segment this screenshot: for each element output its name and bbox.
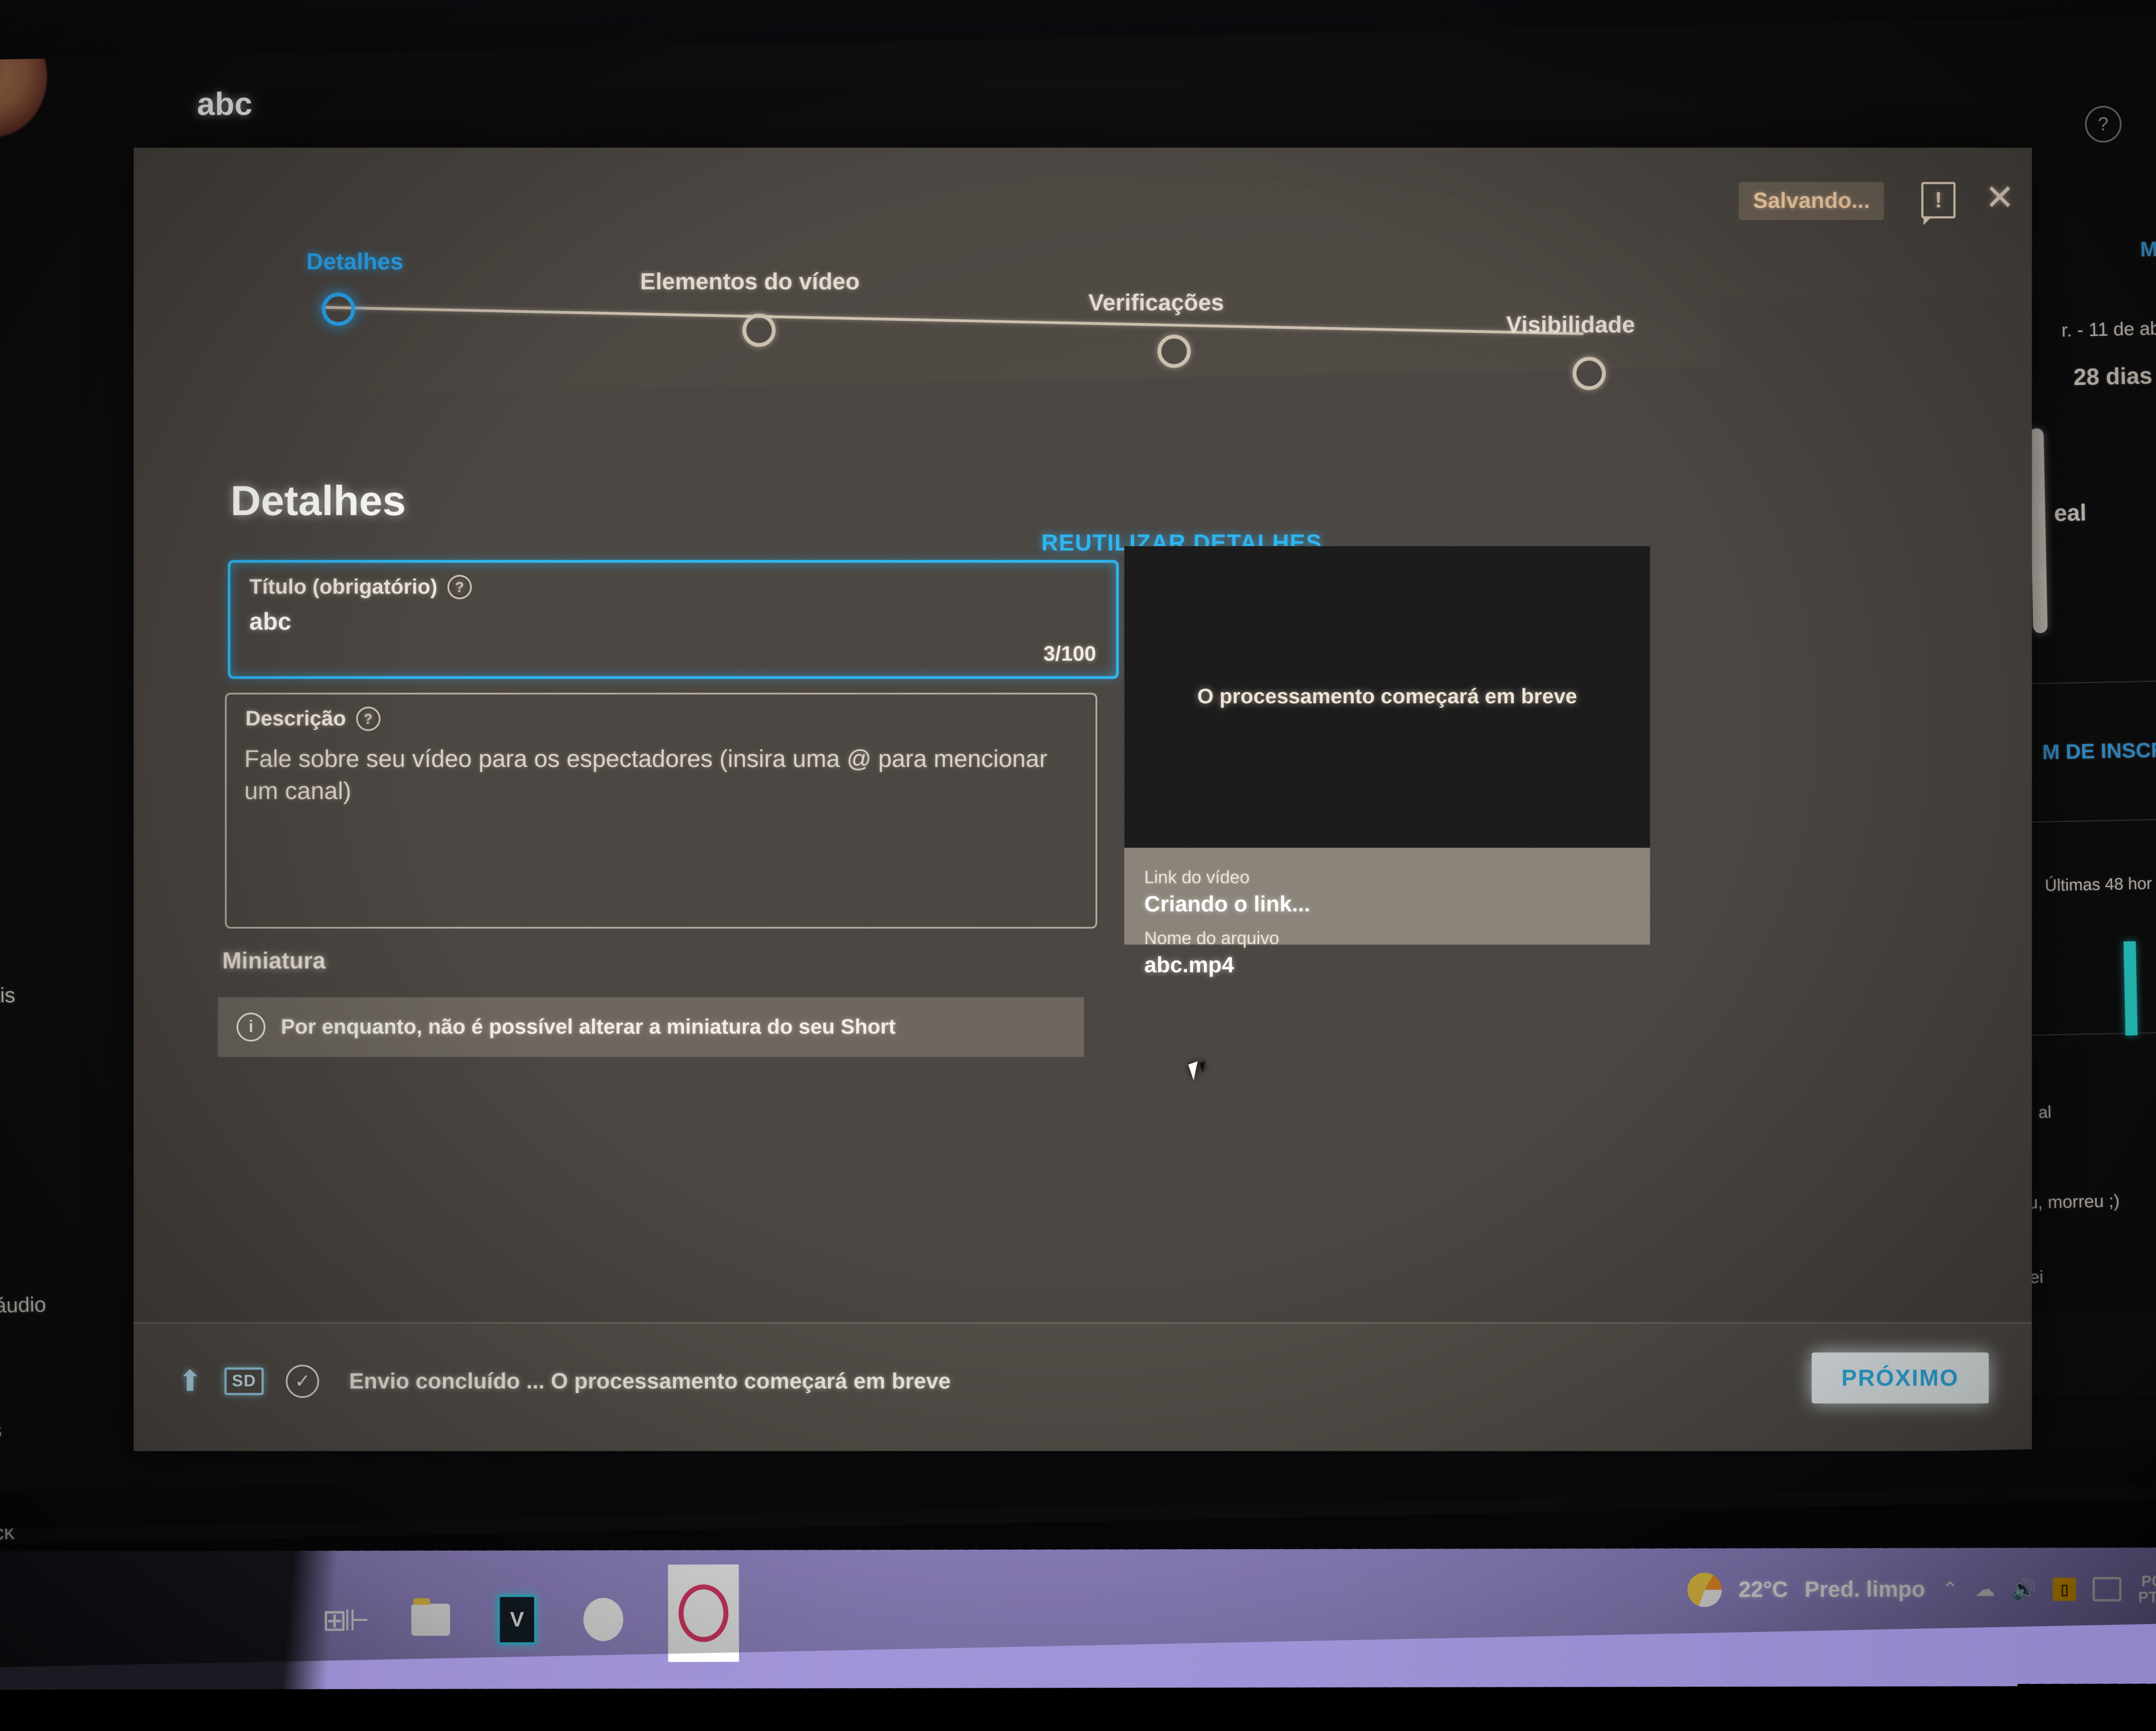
right-panel-text-2: 28 dias — [2073, 363, 2152, 391]
language-code: POR — [2141, 1572, 2156, 1589]
page-title: abc — [197, 86, 252, 122]
description-field-label: Descrição ? — [245, 706, 380, 731]
video-thumbnail-placeholder: O processamento começará em breve — [1125, 546, 1650, 848]
video-link-value[interactable]: Criando o link... — [1144, 892, 1311, 917]
quality-badge: SD — [224, 1367, 264, 1395]
weather-icon — [1688, 1573, 1722, 1607]
thumbnail-notice-text: Por enquanto, não é possível alterar a m… — [281, 1015, 896, 1039]
upload-status-group: ⬆ SD ✓ Envio concluído ... O processamen… — [178, 1365, 951, 1398]
check-circle-icon: ✓ — [286, 1365, 319, 1398]
next-button[interactable]: PRÓXIMO — [1812, 1352, 1989, 1403]
display-icon[interactable] — [2093, 1577, 2122, 1602]
right-panel-text-4[interactable]: M DE INSCR — [2042, 738, 2156, 765]
right-panel-text-5: Últimas 48 hor — [2045, 874, 2152, 895]
title-field[interactable]: Título (obrigatório) ? abc 3/100 — [228, 560, 1119, 679]
language-indicator[interactable]: POR PTB2 — [2138, 1573, 2156, 1605]
photographed-screen: Studio nal na os toriais ão ção de áudio… — [0, 0, 2156, 1667]
step-detalhes[interactable]: Detalhes — [322, 293, 355, 326]
filename-group: Nome do arquivo abc.mp4 — [1144, 928, 1279, 978]
close-icon[interactable]: ✕ — [1985, 180, 2015, 215]
section-heading: Detalhes — [230, 477, 406, 525]
step-label: Verificações — [1088, 289, 1224, 316]
right-panel-text-3: eal — [2054, 499, 2086, 527]
step-verificacoes[interactable]: Verificações — [1158, 335, 1191, 368]
step-label: Detalhes — [306, 248, 403, 275]
dialog-footer: ⬆ SD ✓ Envio concluído ... O processamen… — [134, 1322, 2032, 1451]
battery-icon[interactable]: ▯ — [2053, 1578, 2076, 1601]
help-circle-icon[interactable]: ? — [2085, 105, 2122, 143]
description-placeholder[interactable]: Fale sobre seu vídeo para os espectadore… — [244, 743, 1058, 807]
step-dot — [1573, 357, 1606, 390]
thumbnail-notice-banner: i Por enquanto, não é possível alterar a… — [218, 997, 1084, 1057]
chevron-up-icon[interactable]: ⌃ — [1942, 1580, 1958, 1599]
step-label: Visibilidade — [1506, 311, 1635, 338]
keyboard-code: PTB2 — [2138, 1589, 2156, 1606]
windows-taskbar: ⊞⊩ V 22°C Pred. limpo ⌃ ☁ 🔊 ▯ POR PTB2 — [0, 1548, 2156, 1690]
info-icon: i — [236, 1013, 265, 1042]
upload-details-dialog: Salvando... ! ✕ Detalhes Elementos do ví… — [134, 148, 2032, 1451]
title-label-text: Título (obrigatório) — [249, 575, 437, 599]
processing-text: O processamento começará em breve — [1197, 685, 1577, 709]
video-preview-card: O processamento começará em breve Link d… — [1125, 546, 1650, 944]
vlc-icon[interactable]: V — [495, 1598, 538, 1641]
system-tray: 22°C Pred. limpo ⌃ ☁ 🔊 ▯ POR PTB2 — [1688, 1572, 2156, 1607]
filename-value: abc.mp4 — [1144, 953, 1279, 978]
feedback-icon[interactable]: ! — [1921, 182, 1955, 218]
step-dot — [1158, 335, 1191, 368]
step-elementos[interactable]: Elementos do vídeo — [742, 314, 775, 347]
sidebar-item-7[interactable]: ões — [0, 1419, 2, 1443]
upload-arrow-icon: ⬆ — [178, 1367, 202, 1396]
sidebar-item-6[interactable]: de áudio — [0, 1293, 47, 1319]
taskbar-app-icons: ⊞⊩ V — [322, 1576, 739, 1663]
step-dot — [322, 293, 355, 326]
opera-icon[interactable] — [668, 1565, 739, 1662]
help-icon[interactable]: ? — [356, 706, 381, 731]
upload-status-text: Envio concluído ... O processamento come… — [349, 1369, 951, 1394]
description-label-text: Descrição — [245, 707, 346, 731]
weather-desc[interactable]: Pred. limpo — [1805, 1577, 1926, 1602]
browser-circle-icon[interactable] — [582, 1598, 625, 1641]
volume-icon[interactable]: 🔊 — [2012, 1579, 2036, 1599]
onedrive-icon[interactable]: ☁ — [1975, 1580, 1995, 1599]
video-link-group: Link do vídeo Criando o link... — [1144, 867, 1311, 917]
right-panel-text-1: r. - 11 de ab — [2061, 318, 2156, 342]
analytics-bar — [2123, 941, 2137, 1035]
video-link-label: Link do vídeo — [1144, 867, 1311, 888]
stepper-line — [322, 306, 1583, 335]
saving-status-badge: Salvando... — [1738, 182, 1884, 220]
task-view-icon[interactable]: ⊞⊩ — [323, 1598, 366, 1642]
right-panel-text-7: u, morreu ;) — [2028, 1191, 2120, 1213]
description-field[interactable]: Descrição ? Fale sobre seu vídeo para os… — [225, 693, 1097, 929]
title-char-counter: 3/100 — [1043, 642, 1096, 666]
step-dot — [742, 314, 775, 347]
help-icon[interactable]: ? — [448, 575, 472, 599]
file-explorer-icon[interactable] — [409, 1598, 452, 1642]
step-visibilidade[interactable]: Visibilidade — [1573, 357, 1606, 390]
title-input-value[interactable]: abc — [249, 608, 291, 636]
step-label: Elementos do vídeo — [640, 268, 860, 295]
right-panel-text-0: M — [2140, 238, 2156, 262]
sidebar-item-3[interactable]: toriais — [0, 984, 16, 1009]
thumbnail-heading: Miniatura — [222, 948, 326, 974]
right-panel-text-6: al — [2038, 1103, 2052, 1122]
weather-temp[interactable]: 22°C — [1738, 1578, 1788, 1603]
title-field-label: Título (obrigatório) ? — [249, 575, 472, 599]
filename-label: Nome do arquivo — [1144, 928, 1279, 948]
upload-stepper: Detalhes Elementos do vídeo Verificações… — [134, 230, 2032, 374]
